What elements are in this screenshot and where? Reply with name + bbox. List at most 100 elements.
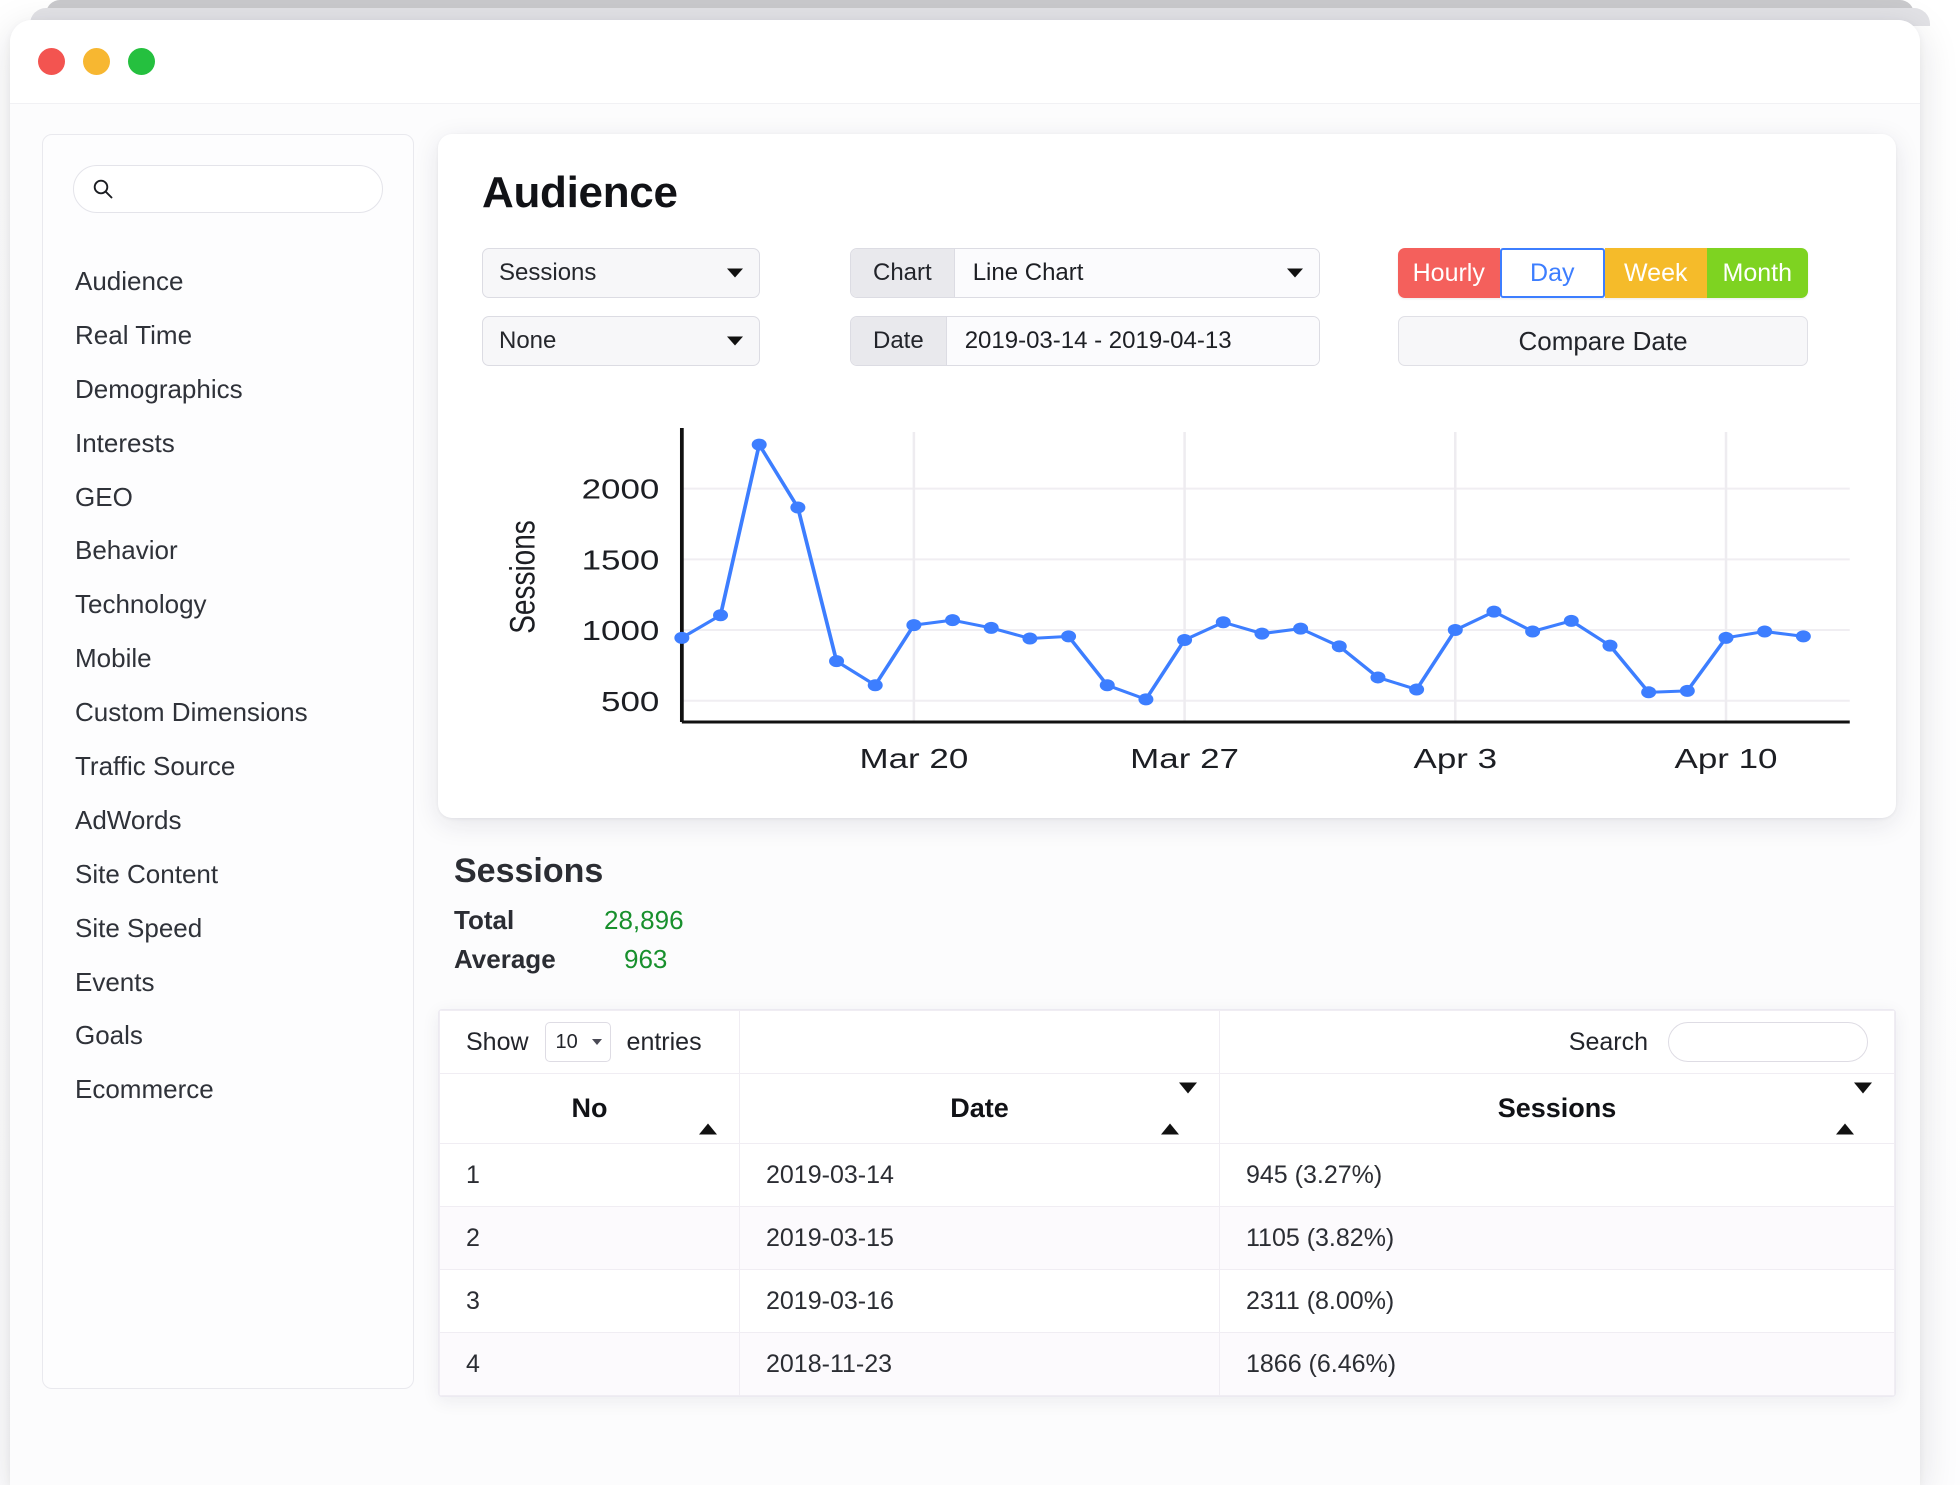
desktop-background: Audience Real Time Demographics Interest… bbox=[0, 0, 1960, 1485]
summary-title: Sessions bbox=[454, 852, 1896, 891]
compare-date-button[interactable]: Compare Date bbox=[1398, 316, 1808, 366]
sidebar-item-audience[interactable]: Audience bbox=[43, 255, 413, 309]
sidebar-item-custom-dimensions[interactable]: Custom Dimensions bbox=[43, 686, 413, 740]
sidebar-item-traffic-source[interactable]: Traffic Source bbox=[43, 740, 413, 794]
column-header-sessions-label: Sessions bbox=[1498, 1093, 1617, 1123]
close-window-button[interactable] bbox=[38, 48, 65, 75]
svg-text:Mar 27: Mar 27 bbox=[1130, 742, 1239, 774]
date-range-input[interactable]: 2019-03-14 - 2019-04-13 bbox=[947, 317, 1319, 365]
column-header-sessions[interactable]: Sessions bbox=[1220, 1074, 1895, 1144]
table-search-cell: Search bbox=[1220, 1011, 1895, 1074]
sidebar-item-demographics[interactable]: Demographics bbox=[43, 363, 413, 417]
sidebar-item-label: Interests bbox=[75, 428, 175, 458]
sort-both-icon[interactable] bbox=[1836, 1093, 1872, 1124]
sidebar-item-mobile[interactable]: Mobile bbox=[43, 632, 413, 686]
sort-asc-icon[interactable] bbox=[699, 1093, 717, 1124]
sidebar-search-wrap bbox=[43, 165, 413, 213]
sidebar-item-adwords[interactable]: AdWords bbox=[43, 794, 413, 848]
show-entries-control: Show 10 entries bbox=[466, 1022, 713, 1062]
svg-text:2000: 2000 bbox=[582, 473, 660, 505]
sidebar-item-label: Demographics bbox=[75, 374, 243, 404]
sidebar-item-label: Behavior bbox=[75, 535, 178, 565]
audience-card: Audience Sessions None bbox=[438, 134, 1896, 818]
sidebar-item-site-content[interactable]: Site Content bbox=[43, 848, 413, 902]
granularity-hourly-label: Hourly bbox=[1413, 259, 1485, 288]
chart-type-select[interactable]: Line Chart bbox=[955, 249, 1319, 297]
chevron-down-icon bbox=[592, 1039, 602, 1045]
sessions-table: Show 10 entries bbox=[439, 1010, 1895, 1396]
sidebar-item-label: AdWords bbox=[75, 805, 181, 835]
app-window: Audience Real Time Demographics Interest… bbox=[10, 20, 1920, 1485]
cell-sessions: 1866 (6.46%) bbox=[1220, 1333, 1895, 1396]
granularity-week-button[interactable]: Week bbox=[1605, 248, 1707, 298]
svg-text:Apr 3: Apr 3 bbox=[1414, 742, 1498, 774]
sidebar-item-behavior[interactable]: Behavior bbox=[43, 524, 413, 578]
sidebar-item-real-time[interactable]: Real Time bbox=[43, 309, 413, 363]
cell-sessions: 945 (3.27%) bbox=[1220, 1144, 1895, 1207]
page-size-select[interactable]: 10 bbox=[545, 1022, 611, 1062]
cell-sessions: 2311 (8.00%) bbox=[1220, 1270, 1895, 1333]
summary-total-label: Total bbox=[454, 905, 604, 936]
cell-sessions: 1105 (3.82%) bbox=[1220, 1207, 1895, 1270]
chart-type-value: Line Chart bbox=[973, 259, 1084, 287]
table-search-label: Search bbox=[1569, 1028, 1648, 1057]
summary-total-value: 28,896 bbox=[604, 905, 684, 936]
sidebar-item-label: Events bbox=[75, 967, 155, 997]
sidebar-item-ecommerce[interactable]: Ecommerce bbox=[43, 1063, 413, 1117]
sidebar: Audience Real Time Demographics Interest… bbox=[42, 134, 414, 1389]
sidebar-item-label: Site Content bbox=[75, 859, 218, 889]
svg-text:1000: 1000 bbox=[582, 614, 660, 646]
sessions-summary: Sessions Total 28,896 Average 963 bbox=[438, 818, 1896, 983]
sidebar-item-label: Custom Dimensions bbox=[75, 697, 308, 727]
cell-no: 1 bbox=[440, 1144, 740, 1207]
sidebar-item-label: Ecommerce bbox=[75, 1074, 214, 1104]
sidebar-item-label: Traffic Source bbox=[75, 751, 235, 781]
summary-average-value: 963 bbox=[604, 944, 667, 975]
table-search-control: Search bbox=[1246, 1022, 1868, 1062]
column-header-date[interactable]: Date bbox=[740, 1074, 1220, 1144]
table-controls-row: Show 10 entries bbox=[440, 1011, 1895, 1074]
table-row[interactable]: 3 2019-03-16 2311 (8.00%) bbox=[440, 1270, 1895, 1333]
svg-text:1500: 1500 bbox=[582, 544, 660, 576]
chart-type-label: Chart bbox=[851, 249, 955, 297]
sidebar-item-label: Mobile bbox=[75, 643, 152, 673]
metric-select[interactable]: Sessions bbox=[482, 248, 760, 298]
date-range-value: 2019-03-14 - 2019-04-13 bbox=[965, 327, 1232, 355]
controls-row: Sessions None Chart bbox=[482, 248, 1856, 384]
table-controls-spacer bbox=[740, 1011, 1220, 1074]
chevron-down-icon bbox=[1287, 269, 1303, 278]
maximize-window-button[interactable] bbox=[128, 48, 155, 75]
chart-type-group: Chart Line Chart bbox=[850, 248, 1320, 298]
svg-text:Mar 20: Mar 20 bbox=[859, 742, 968, 774]
granularity-hourly-button[interactable]: Hourly bbox=[1398, 248, 1500, 298]
sidebar-item-interests[interactable]: Interests bbox=[43, 417, 413, 471]
sidebar-item-site-speed[interactable]: Site Speed bbox=[43, 902, 413, 956]
sidebar-item-geo[interactable]: GEO bbox=[43, 471, 413, 525]
dimension-select-value: None bbox=[499, 327, 556, 355]
search-input[interactable] bbox=[73, 165, 383, 213]
table-row[interactable]: 4 2018-11-23 1866 (6.46%) bbox=[440, 1333, 1895, 1396]
cell-no: 2 bbox=[440, 1207, 740, 1270]
column-header-no[interactable]: No bbox=[440, 1074, 740, 1144]
dimension-select[interactable]: None bbox=[482, 316, 760, 366]
table-row[interactable]: 2 2019-03-15 1105 (3.82%) bbox=[440, 1207, 1895, 1270]
chevron-down-icon bbox=[727, 269, 743, 278]
granularity-day-button[interactable]: Day bbox=[1500, 248, 1606, 298]
granularity-month-label: Month bbox=[1723, 259, 1792, 288]
sidebar-item-goals[interactable]: Goals bbox=[43, 1009, 413, 1063]
cell-date: 2019-03-14 bbox=[740, 1144, 1220, 1207]
page-title: Audience bbox=[482, 168, 1856, 218]
granularity-month-button[interactable]: Month bbox=[1707, 248, 1809, 298]
entries-label: entries bbox=[627, 1028, 702, 1057]
date-range-group: Date 2019-03-14 - 2019-04-13 bbox=[850, 316, 1320, 366]
table-row[interactable]: 1 2019-03-14 945 (3.27%) bbox=[440, 1144, 1895, 1207]
sidebar-item-events[interactable]: Events bbox=[43, 956, 413, 1010]
page-size-value: 10 bbox=[556, 1031, 578, 1054]
sidebar-item-technology[interactable]: Technology bbox=[43, 578, 413, 632]
column-header-date-label: Date bbox=[950, 1093, 1009, 1123]
sort-both-icon[interactable] bbox=[1161, 1093, 1197, 1124]
minimize-window-button[interactable] bbox=[83, 48, 110, 75]
table-search-input[interactable] bbox=[1668, 1022, 1868, 1062]
sidebar-item-label: Technology bbox=[75, 589, 207, 619]
granularity-toggle-group: Hourly Day Week Month bbox=[1398, 248, 1808, 298]
